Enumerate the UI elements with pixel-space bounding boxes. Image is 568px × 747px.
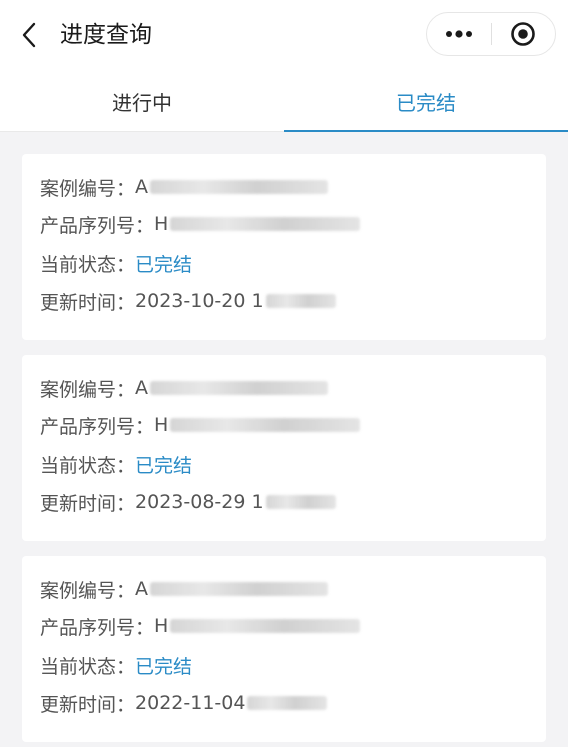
serial-number-row: 产品序列号： H	[40, 410, 361, 440]
case-number-value: A	[135, 176, 149, 198]
serial-number-row: 产品序列号： H	[40, 611, 361, 641]
case-number-row: 案例编号： A	[40, 574, 329, 604]
case-card[interactable]: 案例编号： A 产品序列号： H 当前状态： 已完结 更新时间： 2023-08…	[22, 355, 546, 541]
page-title: 进度查询	[60, 22, 152, 48]
active-tab-indicator	[284, 130, 568, 132]
back-button[interactable]	[14, 18, 44, 52]
updated-row: 更新时间： 2022-11-04	[40, 688, 328, 718]
updated-row: 更新时间： 2023-08-29 1	[40, 487, 336, 517]
redacted-serial-number	[170, 217, 361, 231]
top-bar: 进度查询	[0, 0, 568, 70]
serial-number-label: 产品序列号：	[40, 214, 155, 237]
close-button[interactable]	[492, 13, 556, 55]
redacted-serial-number	[170, 619, 361, 633]
serial-number-label: 产品序列号：	[40, 415, 155, 438]
case-number-row: 案例编号： A	[40, 172, 329, 202]
status-label: 当前状态：	[40, 454, 136, 477]
redacted-case-number	[150, 180, 329, 194]
case-number-label: 案例编号：	[40, 177, 136, 200]
redacted-time	[247, 696, 328, 710]
status-value: 已完结	[135, 253, 193, 276]
tab-completed[interactable]: 已完结	[284, 70, 568, 132]
updated-value: 2023-10-20 1	[135, 290, 264, 312]
serial-number-label: 产品序列号：	[40, 616, 155, 639]
more-dots-icon	[445, 30, 472, 38]
redacted-serial-number	[170, 418, 361, 432]
case-card[interactable]: 案例编号： A 产品序列号： H 当前状态： 已完结 更新时间： 2022-11…	[22, 556, 546, 742]
case-number-label: 案例编号：	[40, 579, 136, 602]
redacted-case-number	[150, 381, 329, 395]
updated-label: 更新时间：	[40, 693, 136, 716]
more-button[interactable]	[427, 13, 491, 55]
case-number-value: A	[135, 377, 149, 399]
serial-number-value: H	[154, 414, 169, 436]
case-number-label: 案例编号：	[40, 378, 136, 401]
case-card[interactable]: 案例编号： A 产品序列号： H 当前状态： 已完结 更新时间： 2023-10…	[22, 154, 546, 340]
updated-value: 2023-08-29 1	[135, 491, 264, 513]
serial-number-row: 产品序列号： H	[40, 209, 361, 239]
chevron-left-icon	[22, 22, 36, 48]
target-icon	[511, 22, 536, 46]
updated-label: 更新时间：	[40, 291, 136, 314]
status-row: 当前状态： 已完结	[40, 650, 192, 680]
redacted-time	[265, 495, 336, 509]
serial-number-value: H	[154, 213, 169, 235]
status-tabs: 进行中 已完结	[0, 70, 568, 132]
case-number-value: A	[135, 578, 149, 600]
updated-value: 2022-11-04	[135, 692, 246, 714]
status-label: 当前状态：	[40, 253, 136, 276]
status-value: 已完结	[135, 454, 193, 477]
status-row: 当前状态： 已完结	[40, 248, 192, 278]
redacted-time	[265, 294, 336, 308]
capsule-menu	[426, 12, 556, 56]
case-number-row: 案例编号： A	[40, 373, 329, 403]
status-value: 已完结	[135, 655, 193, 678]
status-label: 当前状态：	[40, 655, 136, 678]
updated-label: 更新时间：	[40, 492, 136, 515]
status-row: 当前状态： 已完结	[40, 449, 192, 479]
tab-in-progress[interactable]: 进行中	[0, 70, 284, 132]
serial-number-value: H	[154, 615, 169, 637]
redacted-case-number	[150, 582, 329, 596]
updated-row: 更新时间： 2023-10-20 1	[40, 286, 336, 316]
